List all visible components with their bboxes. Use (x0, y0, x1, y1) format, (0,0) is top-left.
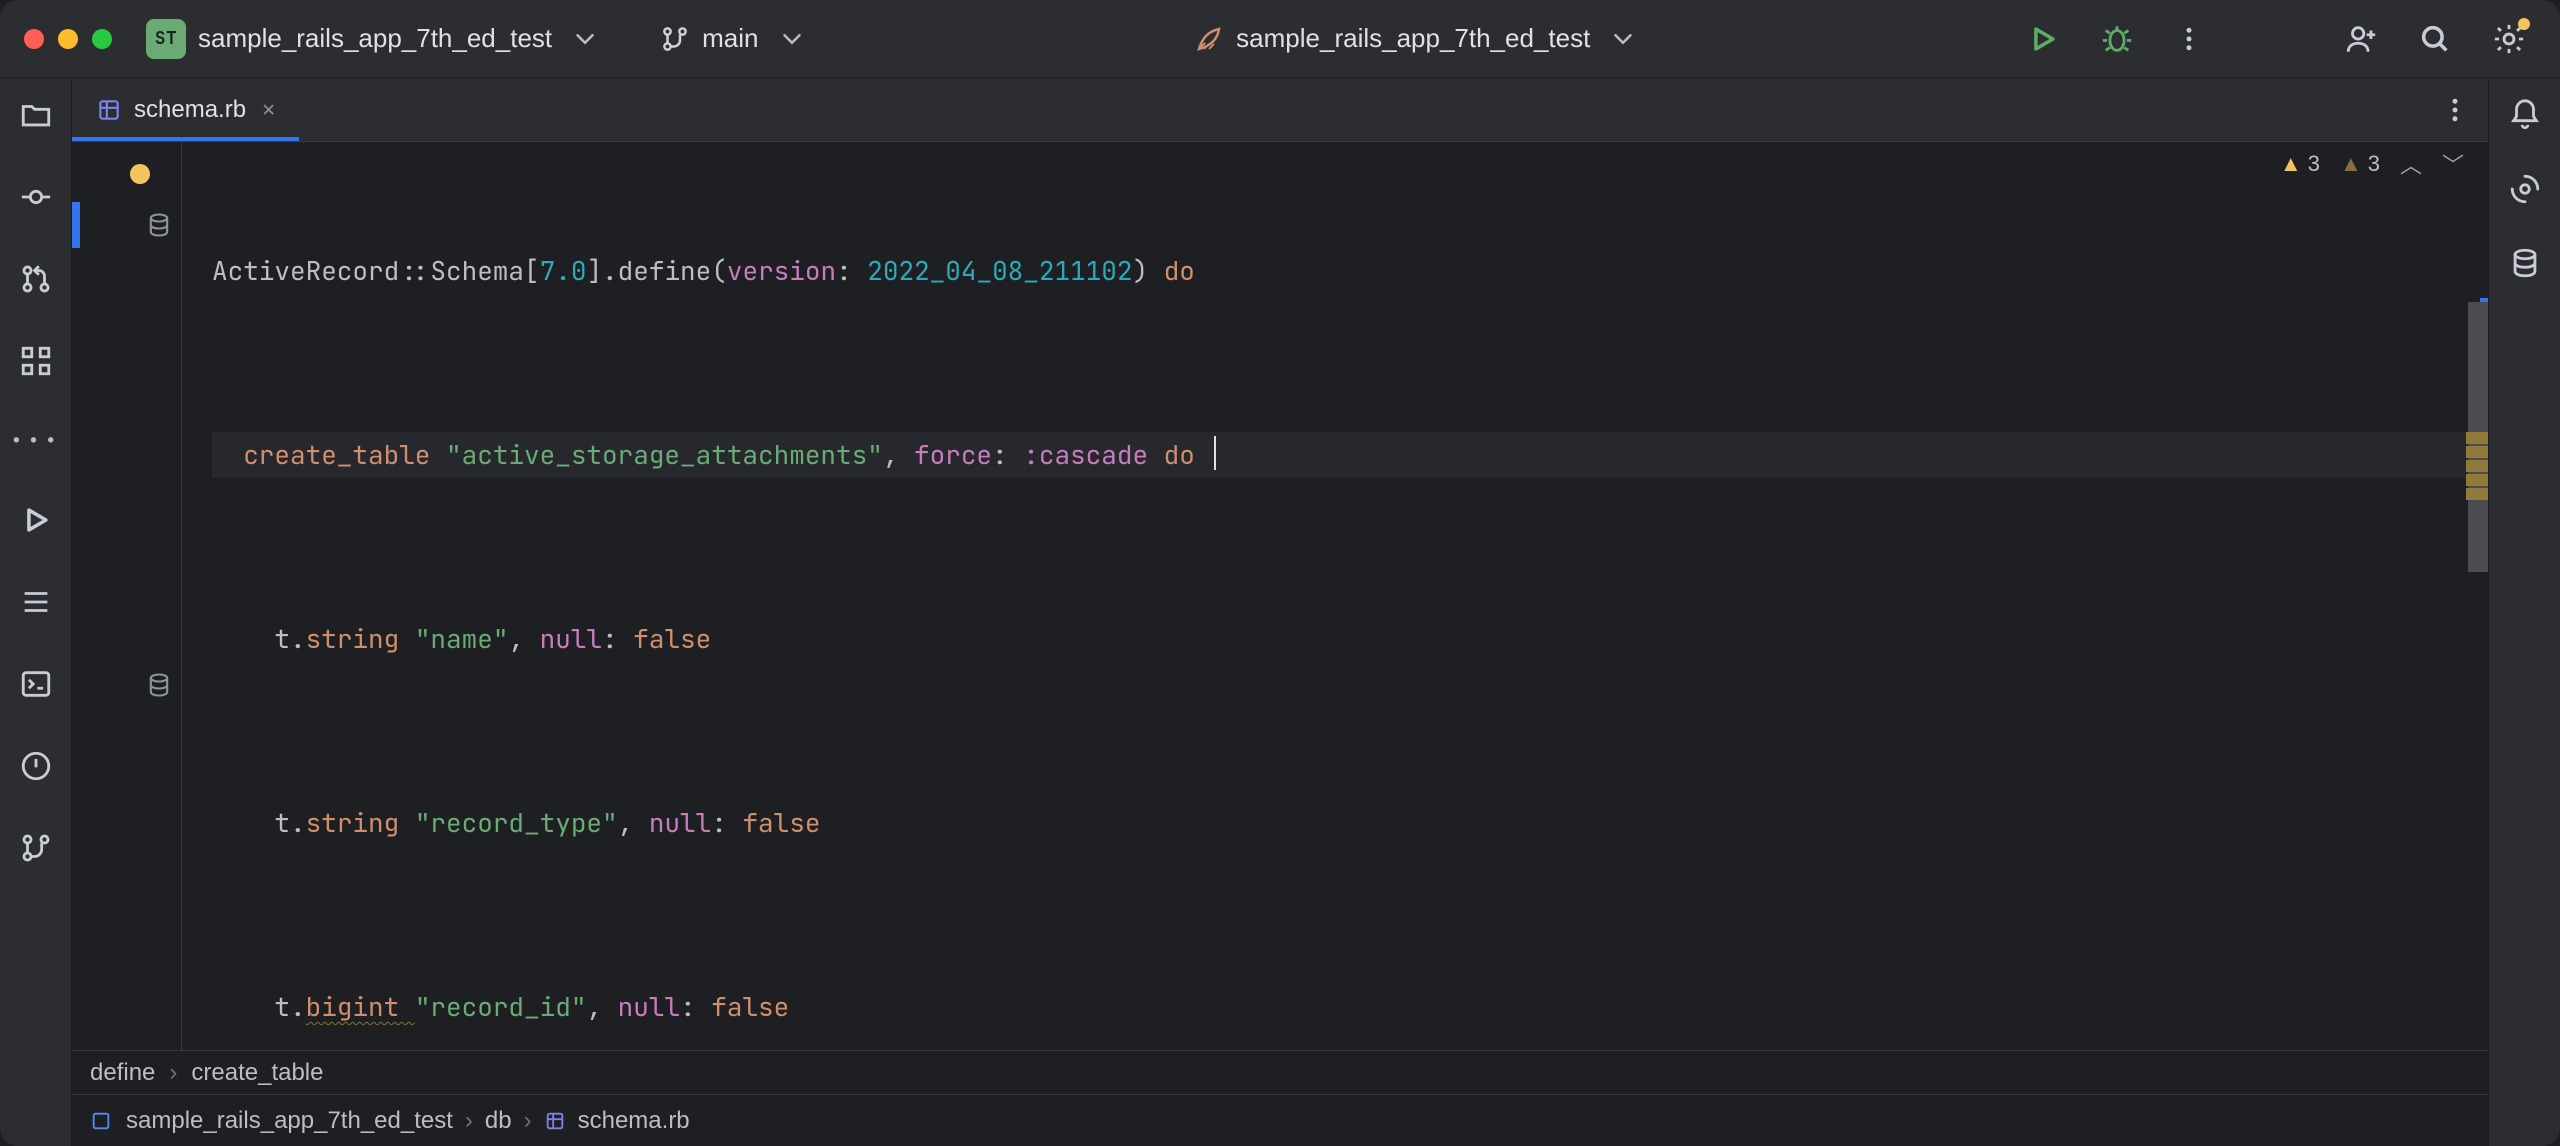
problems-tool-window-button[interactable] (19, 749, 53, 783)
weak-warnings-count[interactable]: ▲ 3 (2340, 151, 2380, 177)
left-tool-strip: ••• (0, 78, 72, 1146)
project-tool-window-button[interactable] (19, 98, 53, 132)
inspection-widget[interactable]: ▲ 3 ▲ 3 ︿ ﹀ (2280, 148, 2464, 180)
db-link-gutter-icon[interactable] (145, 671, 173, 699)
database-tool-window-button[interactable] (2508, 246, 2542, 280)
code-line-active: create_table "active_storage_attachments… (212, 432, 2470, 478)
code-with-me-button[interactable] (2344, 22, 2378, 56)
editor-caret (1214, 436, 1216, 470)
run-tool-window-button[interactable] (19, 503, 53, 537)
project-name: sample_rails_app_7th_ed_test (198, 23, 552, 54)
nav-separator-icon: › (524, 1107, 532, 1135)
tab-actions-button[interactable] (2440, 95, 2470, 125)
traffic-lights (24, 29, 132, 49)
rake-icon (1194, 24, 1224, 54)
close-window-button[interactable] (24, 29, 44, 49)
next-highlight-button[interactable]: ﹀ (2442, 148, 2464, 180)
editor-gutter[interactable] (72, 142, 182, 1050)
ai-assistant-tool-window-button[interactable] (2508, 172, 2542, 206)
strong-warnings-count[interactable]: ▲ 3 (2280, 151, 2320, 177)
warning-icon: ▲ (2280, 151, 2302, 177)
weak-warning-icon: ▲ (2340, 151, 2362, 177)
minimize-window-button[interactable] (58, 29, 78, 49)
nav-project[interactable]: sample_rails_app_7th_ed_test (126, 1107, 453, 1135)
db-file-icon (544, 1110, 566, 1132)
code-line: t.bigint "record_id", null: false (212, 984, 2470, 1030)
vcs-change-marker[interactable] (72, 202, 80, 248)
minimap-warnings[interactable] (2466, 432, 2488, 500)
tab-schema-rb[interactable]: schema.rb ✕ (72, 78, 299, 141)
editor-tabs: schema.rb ✕ (72, 78, 2488, 142)
project-chip: ST (146, 19, 186, 59)
branch-icon (660, 24, 690, 54)
run-button[interactable] (2026, 22, 2060, 56)
chevron-down-icon (570, 24, 600, 54)
chevron-down-icon (1608, 24, 1638, 54)
todo-tool-window-button[interactable] (19, 585, 53, 619)
settings-badge-icon (2518, 18, 2530, 30)
nav-schema-file[interactable]: schema.rb (578, 1107, 690, 1135)
navigation-bar[interactable]: sample_rails_app_7th_ed_test › db › sche… (72, 1094, 2488, 1146)
crumb-separator-icon: › (169, 1059, 177, 1087)
more-tool-windows-button[interactable]: ••• (10, 426, 62, 455)
vcs-branch-selector[interactable]: main (660, 23, 812, 54)
structure-breadcrumbs[interactable]: define › create_table (72, 1050, 2488, 1094)
more-run-actions[interactable] (2174, 24, 2204, 54)
prev-highlight-button[interactable]: ︿ (2400, 148, 2422, 180)
tab-label: schema.rb (134, 96, 246, 124)
chevron-down-icon (777, 24, 807, 54)
pull-requests-tool-window-button[interactable] (19, 262, 53, 296)
code-line: t.string "record_type", null: false (212, 800, 2470, 846)
structure-tool-window-button[interactable] (19, 344, 53, 378)
code-line: t.string "name", null: false (212, 616, 2470, 662)
breakpoint-marker-icon[interactable] (130, 164, 150, 184)
search-everywhere-button[interactable] (2418, 22, 2452, 56)
project-root-icon (90, 1110, 112, 1132)
terminal-tool-window-button[interactable] (19, 667, 53, 701)
db-link-gutter-icon[interactable] (145, 211, 173, 239)
titlebar: ST sample_rails_app_7th_ed_test main (0, 0, 2560, 78)
close-tab-button[interactable]: ✕ (262, 95, 275, 124)
zoom-window-button[interactable] (92, 29, 112, 49)
run-config-name: sample_rails_app_7th_ed_test (1236, 23, 1590, 54)
crumb-define[interactable]: define (90, 1059, 155, 1087)
notifications-tool-window-button[interactable] (2508, 98, 2542, 132)
editor[interactable]: ▲ 3 ▲ 3 ︿ ﹀ ActiveRecord::Schema[7.0].de… (72, 142, 2488, 1050)
commit-tool-window-button[interactable] (19, 180, 53, 214)
run-config-selector[interactable]: sample_rails_app_7th_ed_test (1194, 23, 1644, 54)
db-file-icon (96, 97, 122, 123)
right-tool-strip (2488, 78, 2560, 1146)
branch-name: main (702, 23, 758, 54)
nav-separator-icon: › (465, 1107, 473, 1135)
code-content[interactable]: ActiveRecord::Schema[7.0].define(version… (182, 142, 2488, 1050)
code-line: ActiveRecord::Schema[7.0].define(version… (212, 248, 2470, 294)
project-selector[interactable]: ST sample_rails_app_7th_ed_test (146, 19, 606, 59)
debug-button[interactable] (2100, 22, 2134, 56)
crumb-create-table[interactable]: create_table (191, 1059, 323, 1087)
nav-db-folder[interactable]: db (485, 1107, 512, 1135)
git-tool-window-button[interactable] (19, 831, 53, 865)
settings-button[interactable] (2492, 22, 2526, 56)
